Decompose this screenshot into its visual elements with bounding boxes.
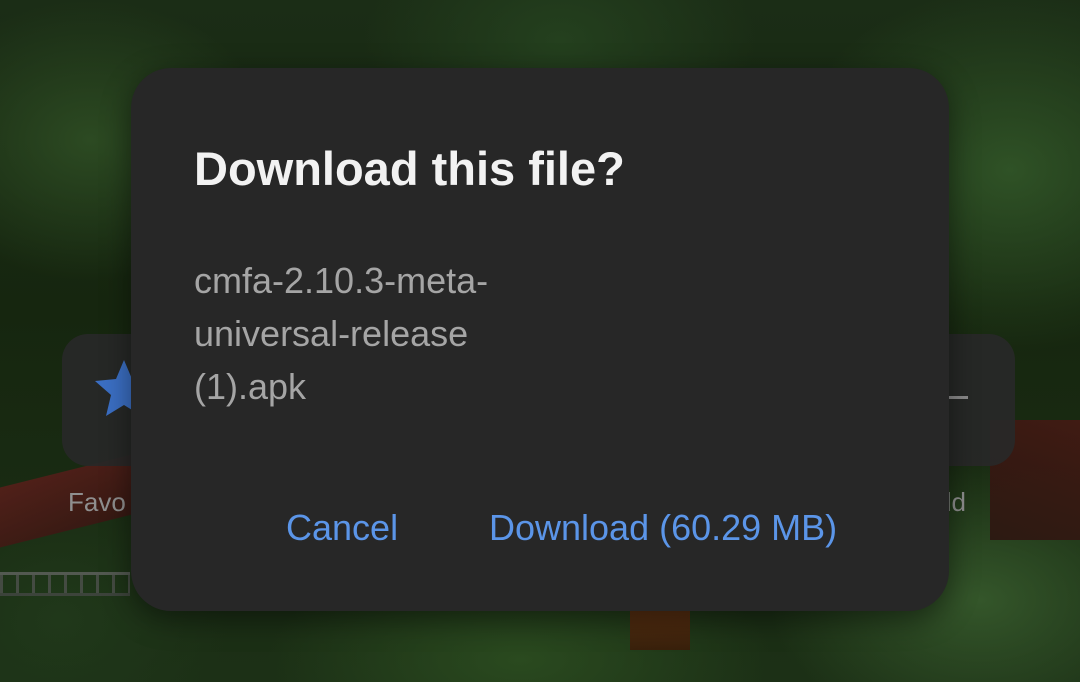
favorites-tile-label: Favo [68,487,126,517]
dialog-title: Download this file? [194,142,625,195]
file-name: cmfa-2.10.3-meta- universal-release (1).… [194,254,594,413]
wallpaper-railing [0,572,130,596]
cancel-button[interactable]: Cancel [286,500,398,556]
file-name-line: universal-release [194,313,469,354]
download-button[interactable]: Download (60.29 MB) [489,500,837,556]
wallpaper-boat [630,605,690,650]
file-name-line: (1).apk [194,366,307,407]
screen: Favo dd Download this file? cmfa-2.10.3-… [0,0,1080,682]
file-name-line: cmfa-2.10.3-meta- [194,260,489,301]
download-dialog: Download this file? cmfa-2.10.3-meta- un… [131,68,949,611]
